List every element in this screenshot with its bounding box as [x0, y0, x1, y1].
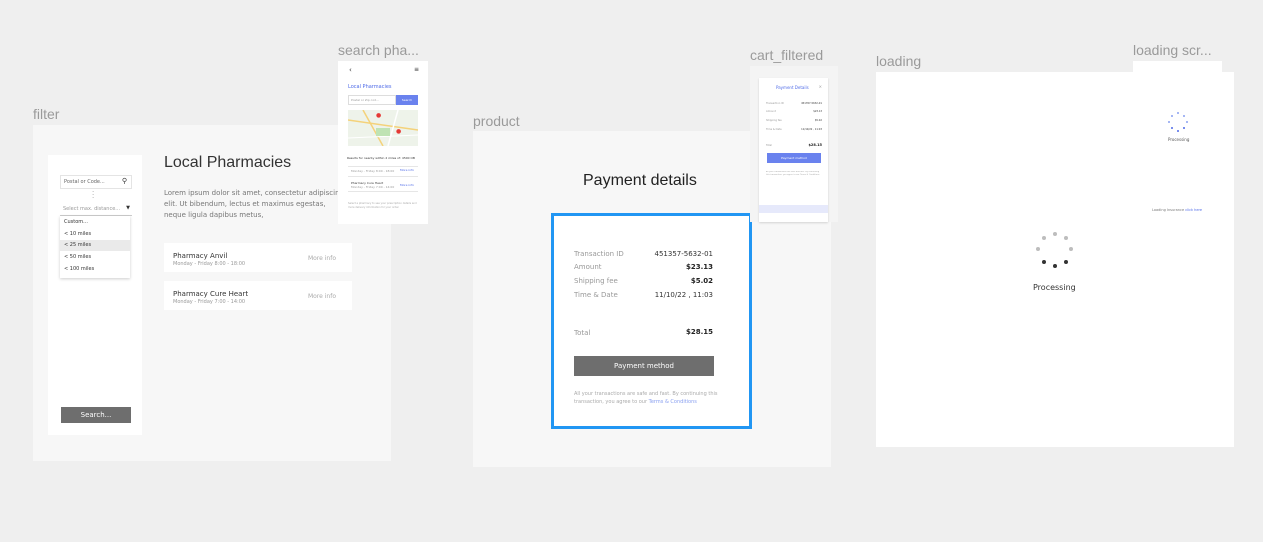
payment-title: Payment details — [583, 172, 697, 189]
close-icon[interactable]: × — [819, 84, 822, 89]
loading-frame: Processing Loading Insurance click here … — [876, 72, 1234, 447]
more-info-link[interactable]: More info — [308, 293, 336, 300]
loading-insurance-link[interactable]: click here — [1185, 208, 1202, 212]
cart-amount-label: Amount — [766, 110, 776, 113]
amount-value: $23.13 — [685, 263, 713, 271]
result-hours: Monday - Friday 7:00 - 14:00 — [351, 185, 395, 189]
frame-label-loading-screen[interactable]: loading scr... — [1133, 42, 1212, 58]
small-processing-label: Processing — [1168, 137, 1190, 142]
result-more-info-link[interactable]: More info — [400, 183, 414, 187]
cart-shipping-value: $5.02 — [814, 119, 822, 122]
shipping-fee-value: $5.02 — [690, 277, 713, 285]
cart-transaction-value: 451357-5632-01 — [801, 102, 822, 105]
zip-input[interactable]: Postal or Zip cod... — [348, 95, 396, 105]
menu-icon[interactable]: ≡ — [414, 66, 419, 73]
frame-label-cart[interactable]: cart_filtered — [750, 47, 823, 63]
loading-insurance-text: Loading Insurance click here — [1152, 208, 1202, 212]
dropdown-option[interactable]: < 100 miles — [60, 264, 130, 275]
cart-total-value: $28.15 — [808, 143, 822, 147]
cart-payment-method-button[interactable]: Payment method — [767, 153, 821, 163]
frame-label-loading[interactable]: loading — [876, 53, 921, 69]
result-more-info-link[interactable]: More info — [400, 168, 414, 172]
loading-insurance-label: Loading Insurance — [1152, 208, 1185, 212]
spinner-icon — [1034, 232, 1076, 272]
cart-note: All your transactions are safe and fast.… — [766, 171, 820, 176]
option-label: < 25 miles — [64, 242, 92, 248]
option-label: < 10 miles — [64, 231, 92, 237]
terms-link[interactable]: Terms & Conditions — [649, 399, 697, 405]
total-value: $28.15 — [685, 328, 713, 336]
back-arrow-icon[interactable]: ‹ — [349, 66, 352, 74]
total-label: Total — [574, 329, 591, 337]
more-dots-icon: · · · — [92, 188, 95, 202]
map-roads — [348, 110, 418, 146]
cart-amount-value: $23.13 — [813, 110, 822, 113]
pharmacy-name: Pharmacy Anvil — [173, 252, 228, 260]
result-hours: Monday - Friday 8:00 - 18:00 — [351, 169, 395, 173]
map-pin-icon[interactable]: ● — [376, 112, 381, 119]
dropdown-option-selected[interactable]: < 25 miles — [60, 240, 130, 251]
more-info-link[interactable]: More info — [308, 255, 336, 262]
cart-bottom-bar — [759, 205, 828, 213]
frame-label-filter[interactable]: filter — [33, 106, 59, 122]
body-text: Lorem ipsum dolor sit amet, consectetur … — [164, 189, 344, 219]
results-text: Results for nearby within 2 miles of: 45… — [347, 156, 415, 160]
transaction-id-value: 451357-5632-01 — [654, 250, 714, 258]
distance-dropdown-menu: Custom... < 10 miles < 25 miles < 50 mil… — [60, 216, 130, 278]
postal-code-placeholder: Postal or Code... — [64, 179, 105, 185]
cart-payment-title: Payment Details — [776, 85, 809, 90]
page-title: Local Pharmacies — [164, 154, 292, 171]
cart-shipping-label: Shipping fee — [766, 119, 782, 122]
search-footnote: Select a pharmacy to see your prescripti… — [348, 202, 417, 209]
search-icon[interactable]: ⚲ — [122, 177, 127, 185]
search-submit-button[interactable]: Search — [396, 95, 418, 105]
map-pin-icon[interactable]: ● — [396, 128, 401, 135]
payment-note: All your transactions are safe and fast.… — [574, 390, 724, 406]
option-label: < 50 miles — [64, 254, 92, 260]
pharmacy-card[interactable]: Pharmacy Cure Heart Monday - Friday 7:00… — [164, 281, 352, 310]
cart-transaction-label: Transaction ID — [766, 102, 784, 105]
dropdown-option[interactable]: < 10 miles — [60, 229, 130, 240]
pharmacy-name: Pharmacy Cure Heart — [173, 290, 249, 298]
pharmacy-hours: Monday - Friday 8:00 - 18:00 — [173, 261, 246, 267]
search-button[interactable]: Search... — [61, 407, 131, 423]
dropdown-option-custom[interactable]: Custom... — [64, 219, 88, 225]
dropdown-arrow-icon: ▼ — [126, 205, 130, 211]
filter-sidebar: Postal or Code... ⚲ · · · Select max. dist… — [48, 155, 142, 435]
option-label: < 100 miles — [64, 266, 95, 272]
pharmacy-hours: Monday - Friday 7:00 - 14:00 — [173, 299, 246, 305]
distance-select[interactable]: Select max. distance... ▼ — [60, 203, 132, 216]
map[interactable]: ● ● — [348, 110, 418, 146]
time-date-label: Time & Date — [574, 291, 618, 299]
time-date-value: 11/10/22 , 11:03 — [654, 291, 713, 299]
dropdown-option[interactable]: < 50 miles — [60, 252, 130, 263]
small-spinner-icon — [1168, 112, 1188, 134]
payment-method-button[interactable]: Payment method — [574, 356, 714, 376]
transaction-id-label: Transaction ID — [574, 250, 624, 258]
frame-label-product[interactable]: product — [473, 113, 520, 129]
shipping-fee-label: Shipping fee — [574, 277, 618, 285]
cart-total-label: Total — [766, 144, 772, 147]
search-frame: ‹ ≡ Local Pharmacies Postal or Zip cod..… — [338, 61, 428, 224]
postal-code-input[interactable]: Postal or Code... ⚲ — [60, 175, 132, 189]
distance-placeholder: Select max. distance... — [63, 206, 121, 212]
cart-time-label: Time & Date — [766, 128, 782, 131]
cart-time-value: 11/10/22 , 11:03 — [801, 128, 822, 131]
payment-card[interactable]: Transaction ID 451357-5632-01 Amount $23… — [551, 213, 752, 429]
search-title: Local Pharmacies — [348, 84, 392, 90]
pharmacy-card[interactable]: Pharmacy Anvil Monday - Friday 8:00 - 18… — [164, 243, 352, 272]
frame-label-search[interactable]: search pha... — [338, 42, 419, 58]
processing-label: Processing — [1033, 283, 1076, 292]
zip-placeholder: Postal or Zip cod... — [351, 98, 379, 102]
cart-payment-card: Payment Details × Transaction ID 451357-… — [759, 78, 828, 222]
amount-label: Amount — [574, 263, 602, 271]
